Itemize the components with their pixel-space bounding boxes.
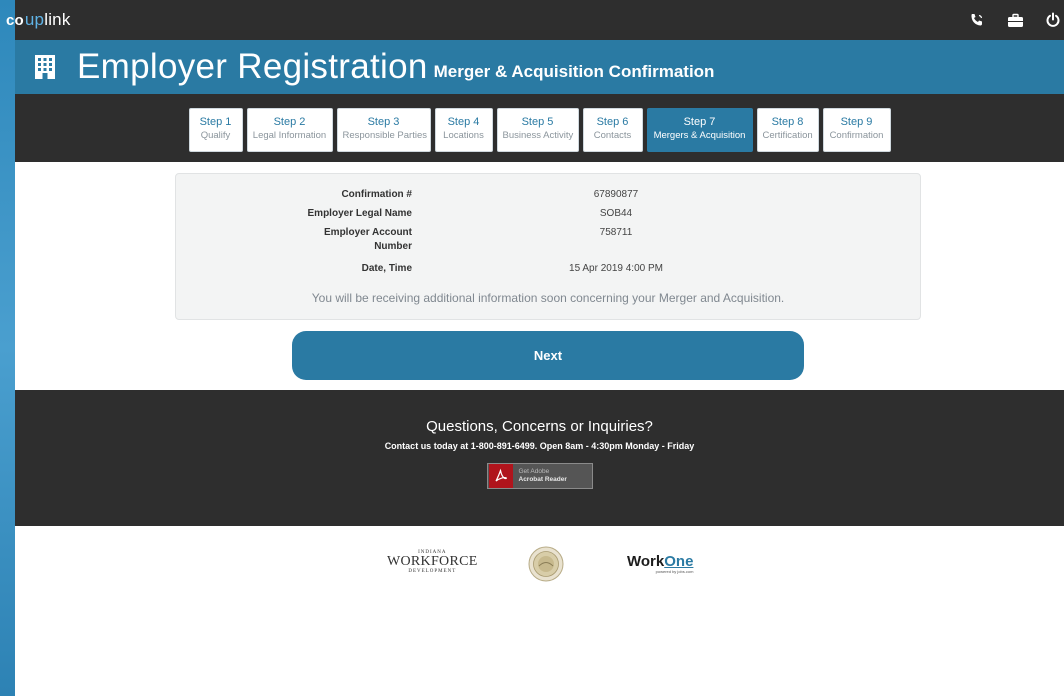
step-number: Step 2 <box>273 116 306 128</box>
logo-highlight: up <box>24 10 45 29</box>
desktop-background <box>0 0 15 696</box>
step-8[interactable]: Step 8 Certification <box>756 108 819 152</box>
step-label: Confirmation <box>829 130 884 141</box>
confirmation-value: 758711 <box>599 227 633 238</box>
step-6[interactable]: Step 6 Contacts <box>582 108 643 152</box>
acrobat-line2: Acrobat Reader <box>518 476 567 483</box>
workone-one: One <box>664 553 694 570</box>
workone-logo[interactable]: WorkOne powered by jobs.com <box>627 553 693 574</box>
top-navbar: co up link <box>6 0 1064 40</box>
step-number: Step 3 <box>367 116 400 128</box>
confirmation-panel: Confirmation # 67890877 Employer Legal N… <box>175 173 921 320</box>
step-number: Step 4 <box>447 116 480 128</box>
workforce-logo-bottom: DEVELOPMENT <box>408 569 457 574</box>
confirmation-note: You will be receiving additional informa… <box>311 291 785 305</box>
workone-work: Work <box>627 553 665 570</box>
confirmation-value: 67890877 <box>593 189 639 200</box>
main-content: Confirmation # 67890877 Employer Legal N… <box>15 162 1064 390</box>
top-icons <box>968 11 1064 29</box>
building-icon <box>35 55 55 79</box>
partner-logos: INDIANA WORKFORCE DEVELOPMENT WorkOne po… <box>15 526 1064 600</box>
acrobat-icon <box>488 464 513 488</box>
logo-suffix: link <box>44 10 71 29</box>
step-number: Step 6 <box>596 116 629 128</box>
step-5[interactable]: Step 5 Business Activity <box>496 108 579 152</box>
step-label: Legal Information <box>252 130 327 141</box>
steps-navigation: Step 1 Qualify Step 2 Legal Information St… <box>15 94 1064 162</box>
step-number: Step 1 <box>199 116 232 128</box>
phone-icon[interactable] <box>968 11 986 29</box>
step-label: Contacts <box>593 130 632 141</box>
confirmation-label: Date, Time <box>361 263 412 274</box>
confirmation-label: Employer Legal Name <box>307 208 412 219</box>
workforce-logo-main: WORKFORCE <box>387 554 478 569</box>
confirmation-label: Employer Account Number <box>324 227 412 252</box>
acrobat-line1: Get Adobe <box>518 468 550 475</box>
step-3[interactable]: Step 3 Responsible Parties <box>336 108 431 152</box>
confirmation-value: SOB44 <box>599 208 633 219</box>
briefcase-icon[interactable] <box>1006 11 1024 29</box>
workforce-development-logo[interactable]: INDIANA WORKFORCE DEVELOPMENT <box>387 550 478 574</box>
footer-contact: Contact us today at 1-800-891-6499. Open… <box>384 441 695 451</box>
page-title: Employer Registration <box>77 47 428 86</box>
logo-prefix: co <box>6 11 24 29</box>
power-icon[interactable] <box>1044 11 1062 29</box>
step-label: Business Activity <box>502 130 574 141</box>
step-1[interactable]: Step 1 Qualify <box>188 108 243 152</box>
footer-title: Questions, Concerns or Inquiries? <box>426 418 653 435</box>
step-label: Locations <box>443 130 484 141</box>
footer: Questions, Concerns or Inquiries? Contac… <box>15 390 1064 526</box>
step-2[interactable]: Step 2 Legal Information <box>246 108 333 152</box>
acrobat-text: Get Adobe Acrobat Reader <box>513 468 567 484</box>
uplink-logo[interactable]: co up link <box>6 10 71 30</box>
step-number: Step 8 <box>771 116 804 128</box>
step-number: Step 9 <box>840 116 873 128</box>
next-button[interactable]: Next <box>292 331 804 380</box>
state-seal-logo[interactable] <box>528 546 564 582</box>
acrobat-reader-button[interactable]: Get Adobe Acrobat Reader <box>486 463 593 489</box>
confirmation-value: 15 Apr 2019 4:00 PM <box>569 263 663 274</box>
page-title-bar: Employer Registration Merger & Acquisiti… <box>15 40 1064 94</box>
step-7[interactable]: Step 7 Mergers & Acquisition <box>646 108 753 152</box>
step-label: Mergers & Acquisition <box>653 130 746 141</box>
step-number: Step 5 <box>521 116 554 128</box>
step-label: Certification <box>762 130 813 141</box>
step-4[interactable]: Step 4 Locations <box>434 108 493 152</box>
step-label: Responsible Parties <box>342 130 428 141</box>
confirmation-label: Confirmation # <box>341 189 412 200</box>
step-number: Step 7 <box>683 116 716 128</box>
app-window: co up link Employer Registration Merger … <box>6 0 1064 696</box>
page-subtitle: Merger & Acquisition Confirmation <box>433 62 715 81</box>
step-9[interactable]: Step 9 Confirmation <box>822 108 891 152</box>
step-label: Qualify <box>200 130 231 141</box>
